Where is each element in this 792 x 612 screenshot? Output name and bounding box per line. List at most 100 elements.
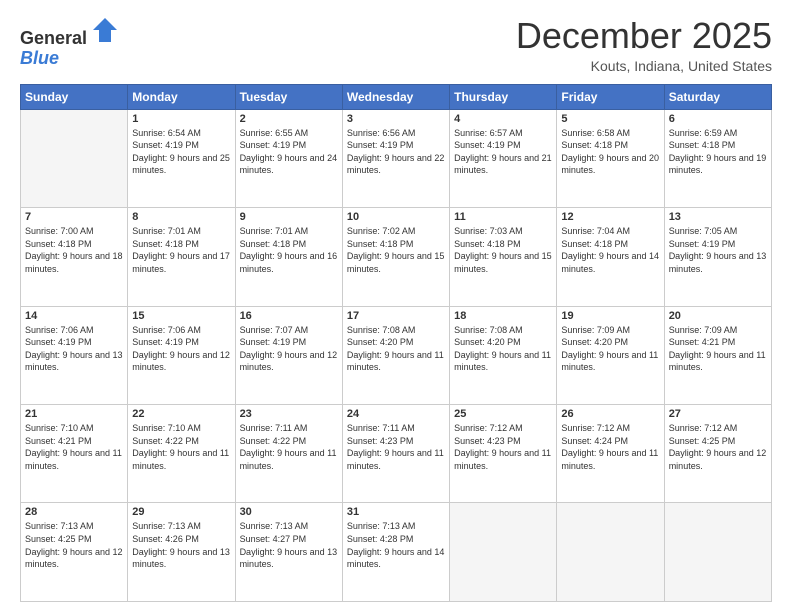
day-number: 16 (240, 310, 338, 322)
day-info: Sunrise: 7:05 AMSunset: 4:19 PMDaylight:… (669, 225, 767, 275)
calendar-cell: 15 Sunrise: 7:06 AMSunset: 4:19 PMDayligh… (128, 306, 235, 404)
calendar-cell: 16 Sunrise: 7:07 AMSunset: 4:19 PMDayligh… (235, 306, 342, 404)
calendar-cell: 30Sunrise: 7:13 AMSunset: 4:27 PMDayligh… (235, 503, 342, 602)
calendar-cell (450, 503, 557, 602)
day-info: Sunrise: 7:09 AMSunset: 4:20 PMDaylight:… (561, 324, 659, 374)
calendar-cell (557, 503, 664, 602)
day-info: Sunrise: 7:03 AMSunset: 4:18 PMDaylight:… (454, 225, 552, 275)
calendar-cell: 31 Sunrise: 7:13 AMSunset: 4:28 PMDayligh… (342, 503, 449, 602)
calendar-cell: 18 Sunrise: 7:08 AMSunset: 4:20 PMDayligh… (450, 306, 557, 404)
weekday-header-monday: Monday (128, 84, 235, 109)
day-info: Sunrise: 7:08 AMSunset: 4:20 PMDaylight:… (454, 324, 552, 374)
day-info: Sunrise: 7:04 AMSunset: 4:18 PMDaylight:… (561, 225, 659, 275)
day-number: 31 (347, 506, 445, 518)
calendar-cell: 2Sunrise: 6:55 AMSunset: 4:19 PMDaylight… (235, 109, 342, 207)
day-number: 4 (454, 113, 552, 125)
calendar-cell: 28Sunrise: 7:13 AMSunset: 4:25 PMDayligh… (21, 503, 128, 602)
day-number: 25 (454, 408, 552, 420)
logo-general: General (20, 28, 87, 48)
day-info: Sunrise: 7:09 AMSunset: 4:21 PMDaylight:… (669, 324, 767, 374)
calendar-table: SundayMondayTuesdayWednesdayThursdayFrid… (20, 84, 772, 602)
day-number: 17 (347, 310, 445, 322)
logo-blue-text: Blue (20, 49, 119, 69)
logo: General Blue (20, 20, 119, 69)
day-info: Sunrise: 7:07 AMSunset: 4:19 PMDaylight:… (240, 324, 338, 374)
day-info: Sunrise: 7:08 AMSunset: 4:20 PMDaylight:… (347, 324, 445, 374)
day-number: 29 (132, 506, 230, 518)
calendar-cell: 24 Sunrise: 7:11 AMSunset: 4:23 PMDayligh… (342, 405, 449, 503)
calendar-cell: 7Sunrise: 7:00 AMSunset: 4:18 PMDaylight… (21, 208, 128, 306)
calendar-cell: 25 Sunrise: 7:12 AMSunset: 4:23 PMDayligh… (450, 405, 557, 503)
calendar-cell: 20Sunrise: 7:09 AMSunset: 4:21 PMDayligh… (664, 306, 771, 404)
day-number: 19 (561, 310, 659, 322)
day-info: Sunrise: 6:59 AMSunset: 4:18 PMDaylight:… (669, 127, 767, 177)
day-number: 14 (25, 310, 123, 322)
day-info: Sunrise: 7:06 AMSunset: 4:19 PMDaylight:… (132, 324, 230, 374)
day-info: Sunrise: 7:01 AMSunset: 4:18 PMDaylight:… (240, 225, 338, 275)
weekday-header-wednesday: Wednesday (342, 84, 449, 109)
logo-icon (91, 16, 119, 44)
day-info: Sunrise: 7:12 AMSunset: 4:25 PMDaylight:… (669, 422, 767, 472)
day-info: Sunrise: 7:00 AMSunset: 4:18 PMDaylight:… (25, 225, 123, 275)
day-number: 10 (347, 211, 445, 223)
day-info: Sunrise: 7:11 AMSunset: 4:22 PMDaylight:… (240, 422, 338, 472)
calendar-cell: 11 Sunrise: 7:03 AMSunset: 4:18 PMDayligh… (450, 208, 557, 306)
day-info: Sunrise: 6:57 AMSunset: 4:19 PMDaylight:… (454, 127, 552, 177)
calendar-cell: 4 Sunrise: 6:57 AMSunset: 4:19 PMDaylight… (450, 109, 557, 207)
calendar-cell: 9 Sunrise: 7:01 AMSunset: 4:18 PMDaylight… (235, 208, 342, 306)
calendar-cell: 27Sunrise: 7:12 AMSunset: 4:25 PMDayligh… (664, 405, 771, 503)
calendar-cell: 19 Sunrise: 7:09 AMSunset: 4:20 PMDayligh… (557, 306, 664, 404)
day-info: Sunrise: 7:13 AMSunset: 4:25 PMDaylight:… (25, 520, 123, 570)
calendar-cell: 8 Sunrise: 7:01 AMSunset: 4:18 PMDaylight… (128, 208, 235, 306)
calendar-cell: 17 Sunrise: 7:08 AMSunset: 4:20 PMDayligh… (342, 306, 449, 404)
day-info: Sunrise: 7:01 AMSunset: 4:18 PMDaylight:… (132, 225, 230, 275)
day-number: 8 (132, 211, 230, 223)
calendar-cell: 12 Sunrise: 7:04 AMSunset: 4:18 PMDayligh… (557, 208, 664, 306)
day-number: 21 (25, 408, 123, 420)
day-number: 2 (240, 113, 338, 125)
calendar-cell: 29 Sunrise: 7:13 AMSunset: 4:26 PMDayligh… (128, 503, 235, 602)
day-number: 9 (240, 211, 338, 223)
day-info: Sunrise: 7:13 AMSunset: 4:27 PMDaylight:… (240, 520, 338, 570)
day-info: Sunrise: 7:11 AMSunset: 4:23 PMDaylight:… (347, 422, 445, 472)
day-number: 13 (669, 211, 767, 223)
day-info: Sunrise: 6:54 AMSunset: 4:19 PMDaylight:… (132, 127, 230, 177)
calendar-cell (664, 503, 771, 602)
day-number: 24 (347, 408, 445, 420)
day-number: 6 (669, 113, 767, 125)
day-info: Sunrise: 7:12 AMSunset: 4:23 PMDaylight:… (454, 422, 552, 472)
day-number: 26 (561, 408, 659, 420)
calendar-cell: 1Sunrise: 6:54 AMSunset: 4:19 PMDaylight… (128, 109, 235, 207)
day-info: Sunrise: 7:06 AMSunset: 4:19 PMDaylight:… (25, 324, 123, 374)
day-info: Sunrise: 6:56 AMSunset: 4:19 PMDaylight:… (347, 127, 445, 177)
day-number: 3 (347, 113, 445, 125)
calendar-cell (21, 109, 128, 207)
title-block: December 2025 Kouts, Indiana, United Sta… (516, 16, 772, 74)
day-info: Sunrise: 7:12 AMSunset: 4:24 PMDaylight:… (561, 422, 659, 472)
calendar-cell: 23 Sunrise: 7:11 AMSunset: 4:22 PMDayligh… (235, 405, 342, 503)
day-info: Sunrise: 7:13 AMSunset: 4:26 PMDaylight:… (132, 520, 230, 570)
weekday-header-sunday: Sunday (21, 84, 128, 109)
logo-text: General Blue (20, 20, 119, 69)
month-title: December 2025 (516, 16, 772, 56)
day-number: 18 (454, 310, 552, 322)
weekday-header-friday: Friday (557, 84, 664, 109)
day-info: Sunrise: 7:10 AMSunset: 4:22 PMDaylight:… (132, 422, 230, 472)
page: General Blue December 2025 Kouts, Indian… (0, 0, 792, 612)
day-number: 22 (132, 408, 230, 420)
weekday-header-saturday: Saturday (664, 84, 771, 109)
day-number: 23 (240, 408, 338, 420)
day-info: Sunrise: 6:58 AMSunset: 4:18 PMDaylight:… (561, 127, 659, 177)
calendar-cell: 22 Sunrise: 7:10 AMSunset: 4:22 PMDayligh… (128, 405, 235, 503)
calendar-cell: 21Sunrise: 7:10 AMSunset: 4:21 PMDayligh… (21, 405, 128, 503)
calendar-cell: 3 Sunrise: 6:56 AMSunset: 4:19 PMDaylight… (342, 109, 449, 207)
calendar-cell: 5Sunrise: 6:58 AMSunset: 4:18 PMDaylight… (557, 109, 664, 207)
day-number: 11 (454, 211, 552, 223)
day-info: Sunrise: 7:02 AMSunset: 4:18 PMDaylight:… (347, 225, 445, 275)
day-number: 12 (561, 211, 659, 223)
weekday-header-thursday: Thursday (450, 84, 557, 109)
calendar-cell: 13 Sunrise: 7:05 AMSunset: 4:19 PMDayligh… (664, 208, 771, 306)
header: General Blue December 2025 Kouts, Indian… (20, 16, 772, 74)
day-number: 15 (132, 310, 230, 322)
day-info: Sunrise: 7:13 AMSunset: 4:28 PMDaylight:… (347, 520, 445, 570)
